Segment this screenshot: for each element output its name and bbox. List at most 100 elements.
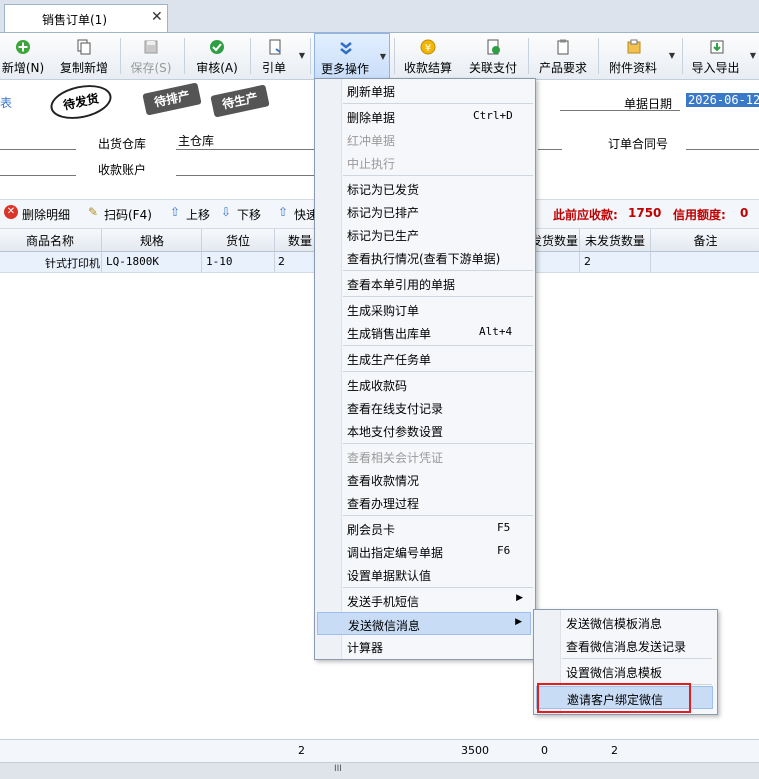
menu-item-refresh[interactable]: 刷新单据 bbox=[317, 79, 531, 102]
cell-name: 针式打印机 bbox=[45, 257, 100, 270]
check-icon bbox=[210, 40, 224, 54]
menu-item-gen-payment-code[interactable]: 生成收款码 bbox=[317, 373, 531, 396]
menu-item-member-card[interactable]: 刷会员卡 F5 bbox=[317, 517, 531, 540]
menu-item-gen-sales-outbound[interactable]: 生成销售出库单 Alt+4 bbox=[317, 321, 531, 344]
menu-item-wechat-history[interactable]: 查看微信消息发送记录 bbox=[536, 634, 713, 657]
cell-spec: LQ-1800K bbox=[106, 255, 159, 268]
menu-item-delete[interactable]: 删除单据 Ctrl+D bbox=[317, 105, 531, 128]
save-button[interactable]: 保存(S) bbox=[124, 33, 178, 79]
warehouse-field[interactable]: 主仓库 bbox=[178, 132, 214, 149]
menu-separator bbox=[343, 515, 533, 516]
menu-item-mark-produced[interactable]: 标记为已生产 bbox=[317, 223, 531, 246]
column-header-name[interactable]: 商品名称 bbox=[0, 232, 100, 249]
tab-sales-order[interactable]: 销售订单(1) ✕ bbox=[4, 4, 168, 32]
column-header-unshipped[interactable]: 未发货数量 bbox=[580, 232, 650, 249]
header-left-fragment: 表 bbox=[0, 96, 13, 110]
chevron-right-icon: ▶ bbox=[515, 617, 522, 627]
toolbar-separator bbox=[394, 38, 395, 74]
tab-bar: 销售订单(1) ✕ bbox=[0, 0, 759, 33]
menu-item-send-wechat-template[interactable]: 发送微信模板消息 bbox=[536, 611, 713, 634]
chevron-down-icon[interactable]: ▼ bbox=[669, 51, 675, 60]
menu-item-open-by-number[interactable]: 调出指定编号单据 F6 bbox=[317, 540, 531, 563]
credit-label: 信用额度: bbox=[673, 208, 726, 222]
menu-item-execution-status[interactable]: 查看执行情况(查看下游单据) bbox=[317, 246, 531, 269]
chevron-down-icon[interactable]: ▼ bbox=[750, 51, 756, 60]
chevron-down-icon[interactable]: ▼ bbox=[380, 52, 386, 61]
menu-separator bbox=[343, 270, 533, 271]
new-button[interactable]: 新增(N) bbox=[0, 33, 46, 79]
highlight-box bbox=[537, 683, 691, 713]
close-icon[interactable]: ✕ bbox=[151, 9, 163, 25]
divider bbox=[0, 149, 76, 150]
receive-settle-button[interactable]: ¥ 收款结算 bbox=[398, 33, 458, 79]
svg-text:¥: ¥ bbox=[425, 43, 431, 54]
menu-item-wechat-template-settings[interactable]: 设置微信消息模板 bbox=[536, 660, 713, 683]
quote-button[interactable]: 引单 ▼ bbox=[254, 33, 308, 79]
grid-footer: 2 3500 0 2 bbox=[0, 739, 759, 762]
pay-icon bbox=[487, 39, 500, 55]
toolbar-separator bbox=[250, 38, 251, 74]
divider bbox=[176, 149, 314, 150]
related-pay-button[interactable]: 关联支付 bbox=[462, 33, 524, 79]
save-icon bbox=[144, 40, 158, 54]
toolbar-separator bbox=[184, 38, 185, 74]
column-header-remark[interactable]: 备注 bbox=[652, 232, 759, 249]
divider bbox=[560, 110, 680, 111]
total-shipped: 0 bbox=[541, 744, 548, 757]
menu-item-process-history[interactable]: 查看办理过程 bbox=[317, 491, 531, 514]
divider bbox=[538, 149, 562, 150]
menu-item-red-reverse[interactable]: 红冲单据 bbox=[317, 128, 531, 151]
stamp-pending-schedule: 待排产 bbox=[142, 82, 202, 116]
import-export-icon bbox=[710, 40, 723, 54]
account-field[interactable] bbox=[176, 175, 314, 176]
divider bbox=[650, 252, 651, 272]
menu-item-mark-scheduled[interactable]: 标记为已排产 bbox=[317, 200, 531, 223]
date-field[interactable]: 2026-06-12 bbox=[686, 93, 759, 107]
menu-item-send-wechat[interactable]: 发送微信消息 ▶ bbox=[317, 612, 531, 635]
column-header-location[interactable]: 货位 bbox=[202, 232, 274, 249]
delete-detail-button[interactable]: 删除明细 bbox=[22, 206, 70, 223]
attachment-button[interactable]: 附件资料 ▼ bbox=[602, 33, 678, 79]
scan-button[interactable]: 扫码(F4) bbox=[104, 206, 152, 223]
menu-item-calculator[interactable]: 计算器 bbox=[317, 635, 531, 658]
import-export-button[interactable]: 导入导出 ▼ bbox=[686, 33, 759, 79]
divider bbox=[579, 252, 580, 272]
audit-button[interactable]: 审核(A) bbox=[190, 33, 244, 79]
total-amount: 3500 bbox=[461, 744, 489, 757]
horizontal-scrollbar[interactable]: III bbox=[0, 762, 759, 779]
toolbar-separator bbox=[528, 38, 529, 74]
divider bbox=[0, 175, 76, 176]
menu-item-local-payment-settings[interactable]: 本地支付参数设置 bbox=[317, 419, 531, 442]
menu-item-gen-purchase-order[interactable]: 生成采购订单 bbox=[317, 298, 531, 321]
divider bbox=[101, 252, 102, 272]
toolbar-separator bbox=[682, 38, 683, 74]
prev-receivable-label: 此前应收款: bbox=[553, 208, 618, 222]
toolbar-separator bbox=[310, 38, 311, 74]
menu-separator bbox=[343, 175, 533, 176]
divider bbox=[101, 229, 102, 251]
more-actions-button[interactable]: 更多操作 ▼ bbox=[314, 33, 390, 79]
menu-item-online-payments[interactable]: 查看在线支付记录 bbox=[317, 396, 531, 419]
menu-item-referenced-docs[interactable]: 查看本单引用的单据 bbox=[317, 272, 531, 295]
prev-receivable-value: 1750 bbox=[628, 206, 662, 220]
menu-item-send-sms[interactable]: 发送手机短信 ▶ bbox=[317, 589, 531, 612]
attachment-icon bbox=[627, 39, 641, 54]
contract-label: 订单合同号 bbox=[608, 137, 669, 151]
contract-field[interactable] bbox=[686, 149, 759, 150]
menu-item-default-values[interactable]: 设置单据默认值 bbox=[317, 563, 531, 586]
move-down-button[interactable]: 下移 bbox=[237, 206, 261, 223]
move-up-button[interactable]: 上移 bbox=[186, 206, 210, 223]
scrollbar-grip[interactable]: III bbox=[334, 764, 342, 774]
menu-item-mark-shipped[interactable]: 标记为已发货 bbox=[317, 177, 531, 200]
add-icon bbox=[16, 40, 30, 54]
cell-qty: 2 bbox=[278, 255, 285, 268]
menu-item-receipt-status[interactable]: 查看收款情况 bbox=[317, 468, 531, 491]
menu-item-gen-production-task[interactable]: 生成生产任务单 bbox=[317, 347, 531, 370]
column-header-spec[interactable]: 规格 bbox=[102, 232, 202, 249]
chevron-down-icon[interactable]: ▼ bbox=[299, 51, 305, 60]
copy-new-button[interactable]: 复制新增 bbox=[54, 33, 114, 79]
menu-item-abort[interactable]: 中止执行 bbox=[317, 151, 531, 174]
copy-icon bbox=[77, 39, 91, 55]
menu-item-accounting-voucher[interactable]: 查看相关会计凭证 bbox=[317, 445, 531, 468]
product-requirement-button[interactable]: 产品要求 bbox=[532, 33, 594, 79]
